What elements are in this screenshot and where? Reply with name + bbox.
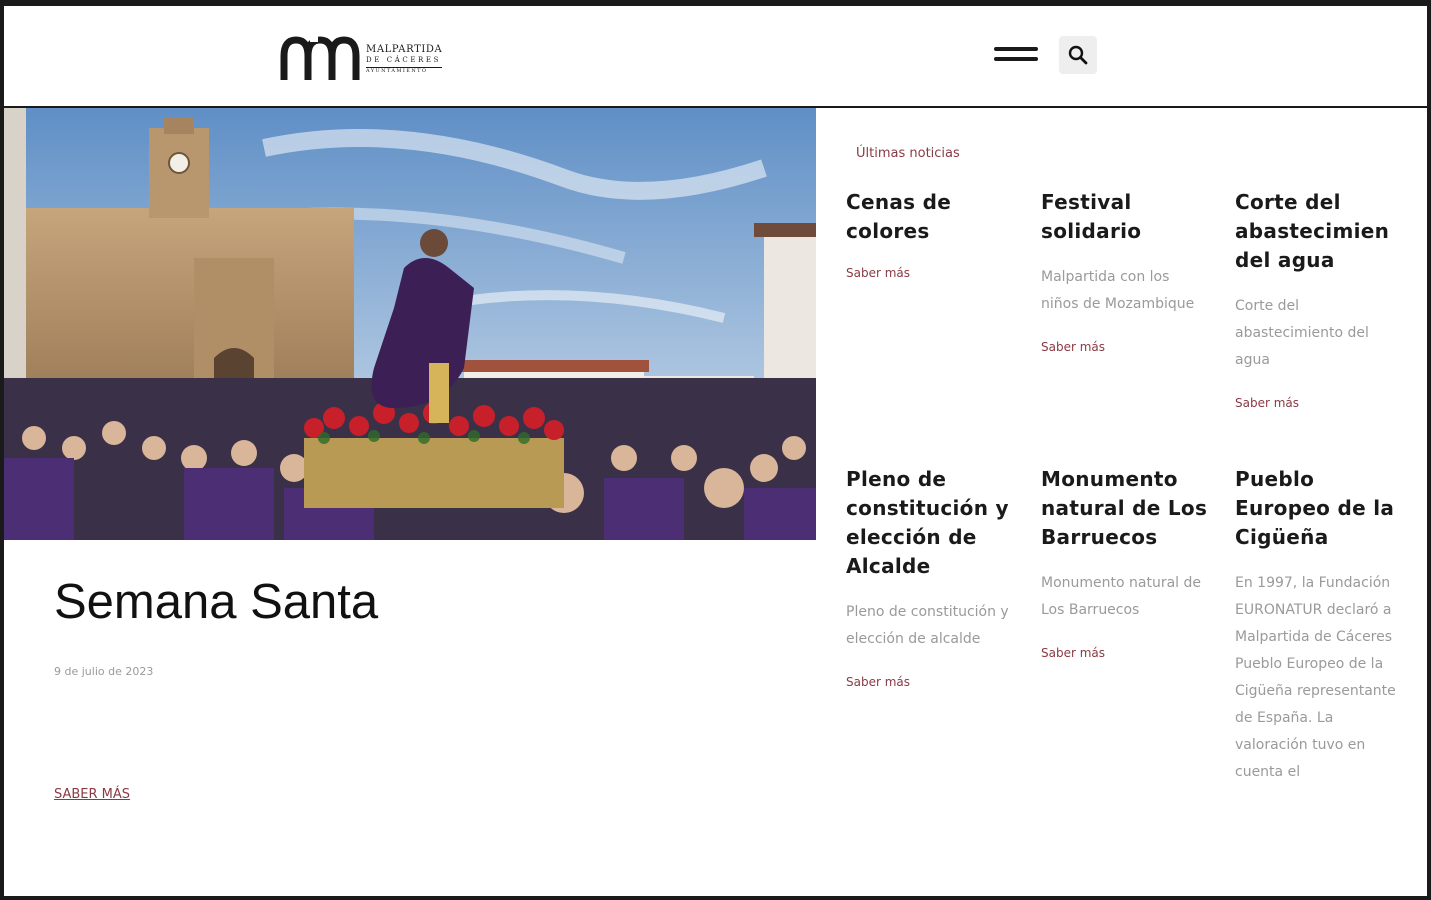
search-icon — [1068, 45, 1088, 65]
logo-line-1: MALPARTIDA — [366, 43, 443, 55]
news-card-read-more-link[interactable]: Saber más — [1041, 646, 1211, 660]
site-header: MALPARTIDA DE CÁCERES AYUNTAMIENTO — [4, 6, 1427, 108]
news-card-4: Pleno de constitución y elección de Alca… — [846, 465, 1016, 689]
logo-text: MALPARTIDA DE CÁCERES AYUNTAMIENTO — [366, 43, 443, 74]
hamburger-menu-icon[interactable] — [994, 44, 1040, 66]
hero-image[interactable] — [4, 108, 816, 540]
browser-frame: MALPARTIDA DE CÁCERES AYUNTAMIENTO Seman… — [0, 0, 1431, 900]
hero-date: 9 de julio de 2023 — [54, 665, 154, 678]
news-card-excerpt: Corte del abastecimiento del agua — [1235, 298, 1369, 368]
news-card-2: Festival solidario Malpartida con los ni… — [1041, 188, 1211, 354]
news-card-read-more-link[interactable]: Saber más — [1041, 340, 1211, 354]
news-card-title[interactable]: Corte del abastecimien del agua — [1235, 188, 1405, 275]
news-card-excerpt: Pleno de constitución y elección de alca… — [846, 604, 1009, 647]
news-card-excerpt: Malpartida con los niños de Mozambique — [1041, 269, 1195, 312]
logo-line-2: DE CÁCERES — [366, 55, 441, 64]
site-logo[interactable]: MALPARTIDA DE CÁCERES AYUNTAMIENTO — [280, 34, 443, 84]
news-card-title[interactable]: Cenas de colores — [846, 188, 1016, 246]
news-card-read-more-link[interactable]: Saber más — [846, 266, 1016, 280]
news-card-title[interactable]: Festival solidario — [1041, 188, 1211, 246]
hero-title[interactable]: Semana Santa — [54, 574, 378, 630]
news-card-read-more-link[interactable]: Saber más — [846, 675, 1016, 689]
news-card-5: Monumento natural de Los Barruecos Monum… — [1041, 465, 1211, 660]
news-card-title-line: Corte del — [1235, 190, 1341, 214]
search-button[interactable] — [1059, 36, 1097, 74]
news-card-3: Corte del abastecimien del agua Corte de… — [1235, 188, 1405, 410]
logo-mark-icon — [280, 34, 360, 80]
news-card-title[interactable]: Pueblo Europeo de la Cigüeña — [1235, 465, 1405, 552]
news-card-title[interactable]: Pleno de constitución y elección de Alca… — [846, 465, 1016, 581]
news-card-title[interactable]: Monumento natural de Los Barruecos — [1041, 465, 1211, 552]
latest-news-heading: Últimas noticias — [856, 146, 960, 161]
news-card-excerpt: En 1997, la Fundación EURONATUR declaró … — [1235, 575, 1396, 780]
news-card-1: Cenas de colores Saber más — [846, 188, 1016, 280]
logo-line-3: AYUNTAMIENTO — [366, 66, 443, 74]
procession-photo — [4, 108, 816, 540]
news-card-excerpt: Monumento natural de Los Barruecos — [1041, 575, 1202, 618]
news-card-title-line: abastecimien — [1235, 219, 1390, 243]
hero-read-more-link[interactable]: SABER MÁS — [54, 787, 130, 802]
news-card-title-line: del agua — [1235, 248, 1335, 272]
news-card-read-more-link[interactable]: Saber más — [1235, 396, 1405, 410]
news-card-6: Pueblo Europeo de la Cigüeña En 1997, la… — [1235, 465, 1405, 786]
